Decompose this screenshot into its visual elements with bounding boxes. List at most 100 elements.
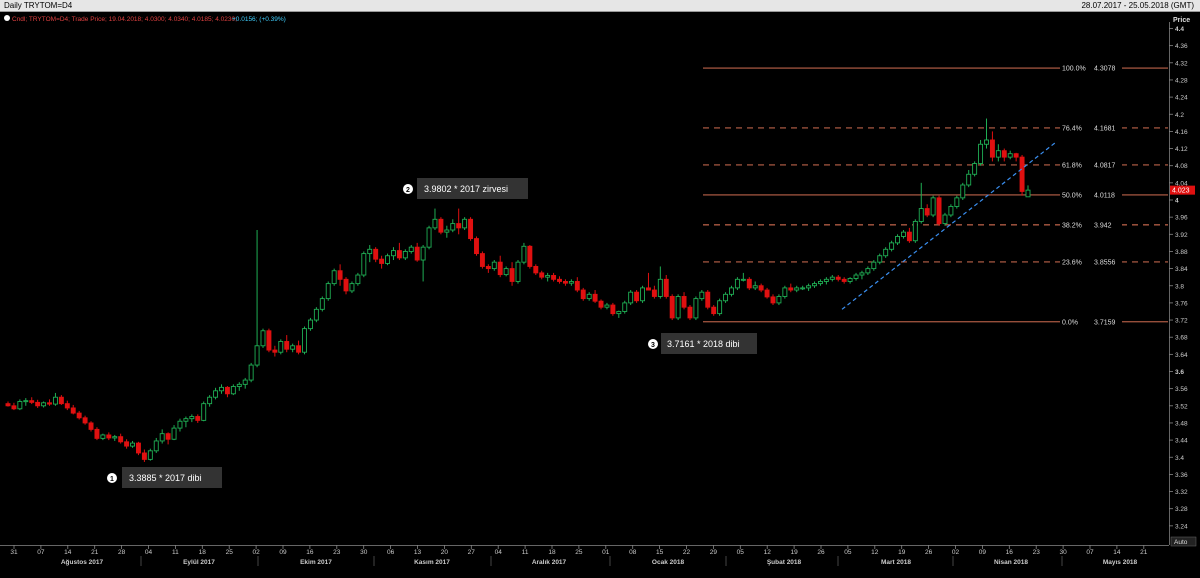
date-tick-label: 31 [10, 549, 18, 556]
fib-level-value: 3.7159 [1094, 319, 1116, 326]
month-label: Şubat 2018 [767, 559, 802, 566]
candle-down [651, 289, 657, 297]
candle-down [592, 293, 598, 302]
candle-up [177, 420, 183, 429]
annotation-1-label: 3.3885 * 2017 dibi [129, 473, 202, 483]
candle-up [871, 261, 877, 270]
date-tick-label: 23 [333, 549, 341, 556]
candle-down [106, 434, 112, 439]
date-tick-label: 01 [602, 549, 610, 556]
candle-up [829, 276, 835, 280]
candle-up [313, 308, 319, 321]
candle-up [41, 402, 47, 407]
candle-down [468, 218, 474, 240]
candle-up [794, 287, 800, 291]
candle-up [954, 197, 960, 207]
candle-down [758, 285, 764, 291]
price-tick-label: 3.28 [1175, 506, 1188, 513]
candle-up [734, 278, 740, 289]
candle-down [906, 231, 912, 242]
date-tick-label: 05 [844, 549, 852, 556]
candle-down [574, 281, 580, 291]
price-tick-label: 4.24 [1175, 95, 1188, 102]
date-tick-label: 02 [952, 549, 960, 556]
candle-up [545, 275, 551, 278]
date-tick-label: 18 [199, 549, 207, 556]
candle-up [717, 300, 723, 315]
month-label: Kasım 2017 [414, 559, 450, 566]
candle-up [408, 246, 414, 252]
candle-up [782, 287, 788, 297]
candle-down [1013, 153, 1019, 158]
candle-down [284, 341, 290, 350]
date-tick-label: 07 [37, 549, 45, 556]
candle-up [491, 261, 497, 270]
month-label: Ekim 2017 [300, 559, 332, 566]
candle-up [752, 285, 758, 289]
candle-down [82, 417, 88, 424]
candlestick-chart[interactable]: Cndl; TRYTOM=D4; Trade Price; 19.04.2018… [0, 0, 1200, 578]
auto-scale-label: Auto [1174, 539, 1188, 546]
candle-up [390, 250, 396, 257]
date-tick-label: 14 [64, 549, 72, 556]
candle-up [130, 442, 136, 447]
price-tick-label: 4.08 [1175, 163, 1188, 170]
date-tick-label: 16 [1006, 549, 1014, 556]
candle-down [135, 442, 141, 454]
date-tick-label: 26 [925, 549, 933, 556]
price-tick-label: 4.28 [1175, 77, 1188, 84]
date-tick-label: 20 [441, 549, 449, 556]
candle-down [224, 386, 230, 395]
date-tick-label: 28 [118, 549, 126, 556]
candle-down [414, 246, 420, 261]
date-tick-label: 02 [252, 549, 260, 556]
candle-up [900, 231, 906, 237]
candle-down [924, 208, 930, 216]
candle-up [462, 218, 468, 229]
candle-up [444, 229, 450, 233]
date-tick-label: 15 [656, 549, 664, 556]
date-tick-label: 06 [387, 549, 395, 556]
candle-up [361, 253, 367, 276]
price-tick-label: 4.32 [1175, 60, 1188, 67]
candle-up [640, 287, 646, 302]
price-tick-label: 4.4 [1175, 26, 1184, 33]
candle-up [1025, 189, 1031, 198]
candle-up [260, 330, 266, 347]
last-price-value: 4.023 [1172, 188, 1190, 195]
price-tick-label: 3.96 [1175, 215, 1188, 222]
date-tick-label: 07 [1086, 549, 1094, 556]
candle-down [438, 218, 444, 233]
candle-up [307, 319, 313, 330]
month-label: Ağustos 2017 [61, 559, 104, 566]
candle-up [657, 278, 663, 297]
candle-down [770, 296, 776, 304]
fib-level-value: 3.8556 [1094, 259, 1116, 266]
candle-down [474, 238, 479, 255]
candle-down [296, 345, 302, 353]
candle-up [960, 184, 966, 199]
candle-down [141, 452, 147, 460]
candle-down [610, 304, 616, 315]
candle-up [503, 268, 509, 276]
fib-level-pct: 76.4% [1062, 125, 1082, 132]
price-tick-label: 3.68 [1175, 335, 1188, 342]
candle-up [800, 287, 806, 290]
price-tick-label: 3.92 [1175, 232, 1188, 239]
date-tick-label: 19 [898, 549, 906, 556]
candle-up [349, 283, 355, 292]
annotation-3-number: 3 [651, 342, 655, 349]
date-tick-label: 04 [145, 549, 153, 556]
candle-down [1001, 150, 1007, 158]
candle-down [841, 278, 847, 282]
candle-up [23, 400, 29, 403]
month-label: Mayıs 2018 [1103, 559, 1138, 566]
candle-up [978, 143, 984, 165]
candle-down [70, 407, 76, 414]
price-tick-label: 3.4 [1175, 455, 1184, 462]
candle-up [948, 205, 954, 216]
annotation-2: 2 3.9802 * 2017 zirvesi [403, 178, 528, 199]
candle-down [598, 300, 604, 308]
candle-up [806, 285, 812, 289]
candle-down [272, 349, 278, 353]
